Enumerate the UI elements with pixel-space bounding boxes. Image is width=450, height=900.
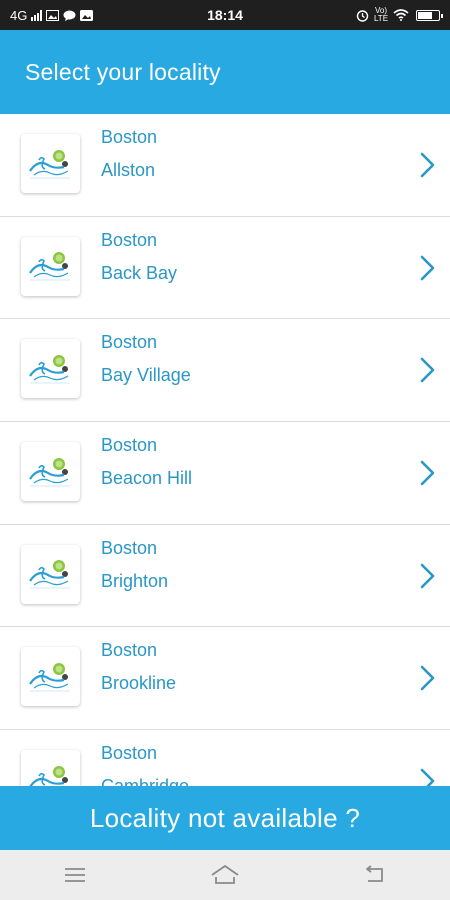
logo-icon xyxy=(28,252,70,281)
logo-thumbnail xyxy=(21,134,80,193)
logo-thumbnail xyxy=(21,339,80,399)
chevron-right-icon[interactable] xyxy=(416,663,438,693)
chevron-right-icon[interactable] xyxy=(416,150,438,180)
home-button[interactable] xyxy=(205,860,245,890)
item-locality: Back Bay xyxy=(101,262,178,283)
item-city: Boston xyxy=(101,640,158,661)
item-city: Boston xyxy=(101,127,158,147)
locality-list-item[interactable]: Boston Allston xyxy=(0,114,450,217)
item-locality: Beacon Hill xyxy=(101,468,193,489)
item-texts: Boston Beacon Hill xyxy=(101,434,192,489)
item-city: Boston xyxy=(101,537,158,558)
logo-thumbnail xyxy=(21,236,80,296)
item-locality: Bay Village xyxy=(101,365,191,386)
item-locality: Brighton xyxy=(101,570,169,591)
message-notification-icon xyxy=(63,10,76,21)
signal-icon xyxy=(31,9,43,21)
logo-thumbnail xyxy=(21,544,80,604)
page-title: Select your locality xyxy=(25,58,221,85)
locality-list-item[interactable]: Boston Back Bay xyxy=(0,217,450,320)
banner-text: Locality not available ? xyxy=(89,802,361,833)
navigation-bar xyxy=(0,850,450,900)
logo-icon xyxy=(28,765,68,786)
locality-list-item[interactable]: Boston Bay Village xyxy=(0,319,450,423)
image-notification-icon xyxy=(80,9,94,21)
chevron-right-icon[interactable] xyxy=(416,458,438,488)
logo-icon xyxy=(28,662,70,692)
status-bar: 4G 18:14 Vo) LTE xyxy=(0,0,450,30)
item-texts: Boston Brookline xyxy=(101,639,176,694)
item-locality: Brookline xyxy=(101,673,177,694)
logo-thumbnail xyxy=(21,647,80,707)
logo-icon xyxy=(28,354,70,384)
status-left: 4G xyxy=(10,7,94,23)
item-locality: Allston xyxy=(101,160,156,180)
item-texts: Boston Brighton xyxy=(101,537,168,592)
item-texts: Boston Allston xyxy=(101,126,157,181)
chevron-right-icon[interactable] xyxy=(416,561,438,591)
logo-thumbnail xyxy=(21,750,80,786)
app-header: Select your locality xyxy=(0,30,450,114)
item-texts: Boston Bay Village xyxy=(101,331,191,386)
logo-icon xyxy=(28,560,70,589)
logo-icon xyxy=(28,149,70,178)
menu-icon xyxy=(65,868,85,882)
wifi-icon xyxy=(393,9,409,21)
chevron-right-icon[interactable] xyxy=(416,766,438,786)
locality-list-item[interactable]: Boston Beacon Hill xyxy=(0,422,450,525)
alarm-icon xyxy=(356,9,369,22)
locality-list-item[interactable]: Boston Cambridge xyxy=(0,730,450,786)
chevron-right-icon[interactable] xyxy=(416,355,438,385)
locality-not-available-button[interactable]: Locality not available ? xyxy=(0,786,450,850)
locality-list-item[interactable]: Boston Brighton xyxy=(0,525,450,628)
back-icon xyxy=(366,865,383,882)
item-city: Boston xyxy=(101,229,158,250)
item-texts: Boston Back Bay xyxy=(101,229,177,284)
volte-indicator: Vo) LTE xyxy=(373,6,389,23)
logo-thumbnail xyxy=(21,442,80,502)
chevron-right-icon[interactable] xyxy=(416,253,438,283)
logo-icon xyxy=(28,457,70,487)
item-texts: Boston Cambridge xyxy=(101,742,189,786)
gallery-notification-icon xyxy=(46,9,60,21)
locality-list-item[interactable]: Boston Brookline xyxy=(0,627,450,731)
item-locality: Cambridge xyxy=(101,775,189,786)
back-button[interactable] xyxy=(355,860,395,890)
network-type: 4G xyxy=(10,7,28,23)
item-city: Boston xyxy=(101,435,158,456)
item-city: Boston xyxy=(101,743,158,764)
status-right: Vo) LTE xyxy=(356,6,443,23)
battery-icon xyxy=(416,9,443,21)
item-city: Boston xyxy=(101,332,158,353)
home-icon xyxy=(211,865,239,884)
menu-button[interactable] xyxy=(55,860,95,890)
locality-list[interactable]: Boston Allston Boston Back Bay Boston Ba… xyxy=(0,114,450,786)
